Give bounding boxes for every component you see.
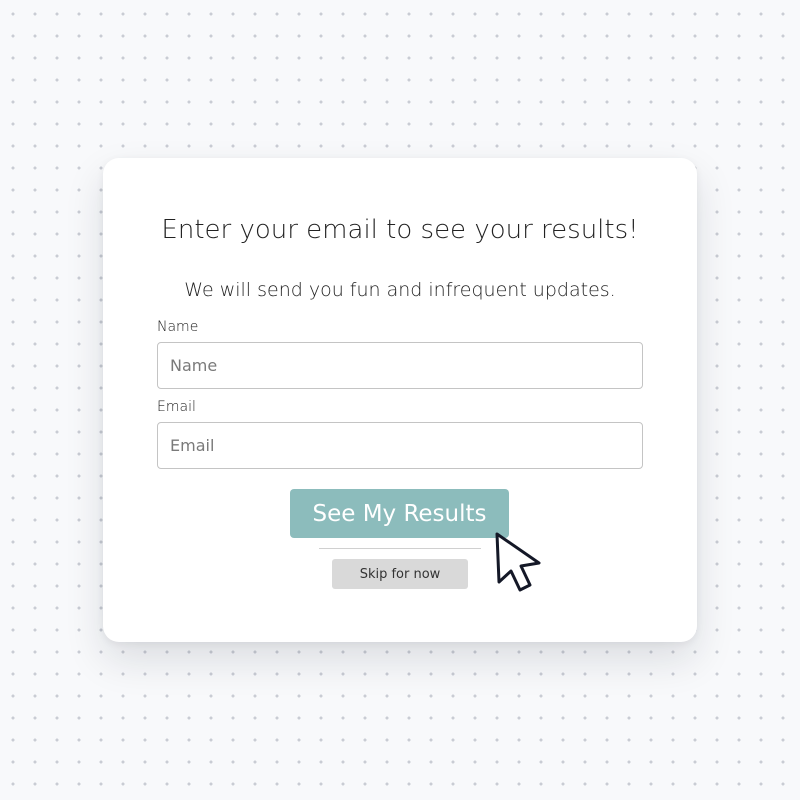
name-input[interactable] — [157, 342, 643, 389]
mouse-pointer-icon — [495, 532, 541, 592]
signup-card: Enter your email to see your results! We… — [103, 158, 697, 642]
card-heading: Enter your email to see your results! — [161, 215, 639, 245]
email-input[interactable] — [157, 422, 643, 469]
name-label: Name — [157, 319, 199, 335]
skip-for-now-button[interactable]: Skip for now — [332, 559, 468, 589]
email-label: Email — [157, 399, 196, 415]
card-subheading: We will send you fun and infrequent upda… — [184, 279, 616, 301]
divider — [319, 548, 481, 549]
see-my-results-button[interactable]: See My Results — [290, 489, 509, 538]
